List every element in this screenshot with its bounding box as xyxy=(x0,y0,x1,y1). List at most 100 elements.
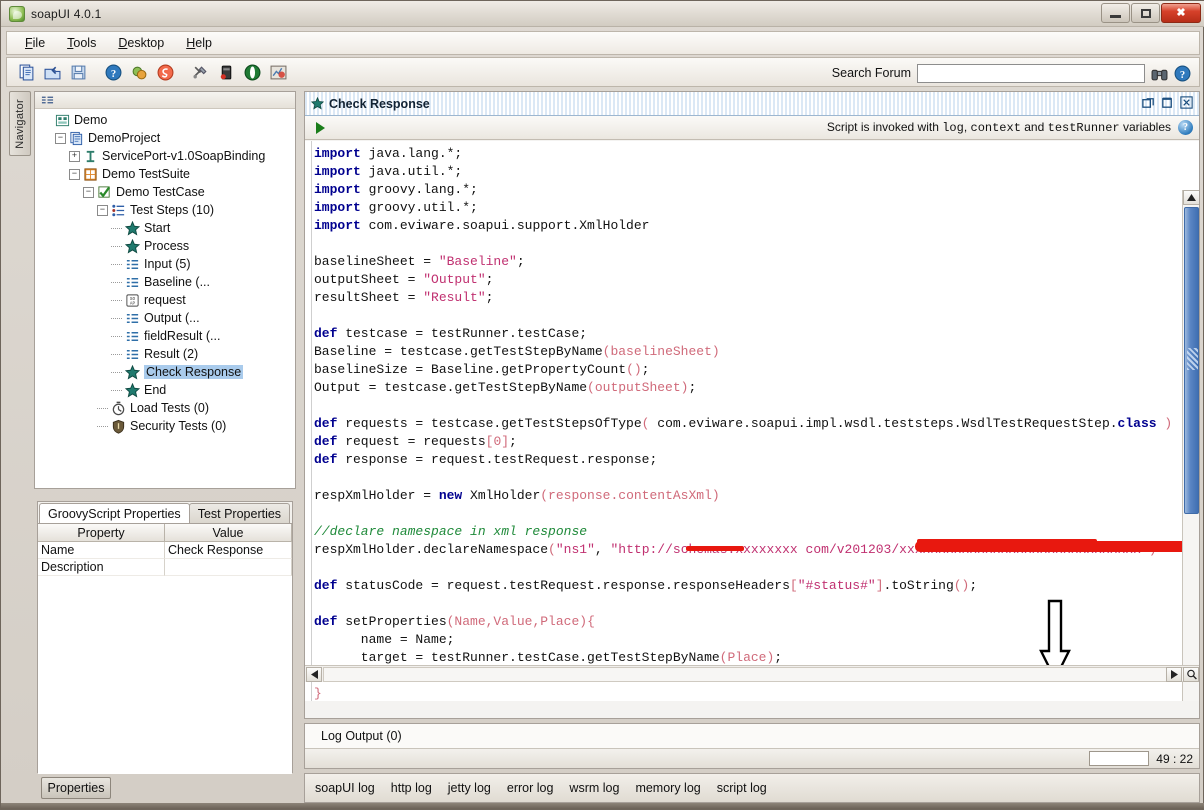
vertical-scroll-thumb[interactable] xyxy=(1184,207,1199,514)
scroll-right-arrow-icon[interactable] xyxy=(1166,666,1182,682)
editor-horizontal-scrollbar[interactable] xyxy=(305,665,1199,682)
tree-item-input-5[interactable]: Input (5) xyxy=(35,255,295,273)
tree-item-end[interactable]: End xyxy=(35,381,295,399)
testcase-icon xyxy=(97,185,113,200)
tree-item-label: Demo TestSuite xyxy=(102,167,191,181)
tree-item-request[interactable]: SO AP request xyxy=(35,291,295,309)
scroll-up-arrow-icon[interactable] xyxy=(1183,190,1199,205)
proxy-icon[interactable] xyxy=(213,60,239,84)
menu-file[interactable]: File xyxy=(15,33,55,53)
table-row[interactable]: Description xyxy=(38,559,292,576)
new-project-icon[interactable] xyxy=(13,60,39,84)
search-input[interactable] xyxy=(917,63,1145,83)
collapse-toggle-icon[interactable]: − xyxy=(83,186,94,198)
tree-item-check-response[interactable]: Check Response xyxy=(35,363,295,381)
log-tab-http[interactable]: http log xyxy=(391,781,432,795)
tree-item-demo[interactable]: Demo xyxy=(35,111,295,129)
help-circle-icon[interactable]: ? xyxy=(1178,120,1193,135)
status-text-field[interactable] xyxy=(1089,751,1150,766)
log-tab-memory[interactable]: memory log xyxy=(635,781,700,795)
tree-item-result-2[interactable]: Result (2) xyxy=(35,345,295,363)
load-ui-icon[interactable] xyxy=(265,60,291,84)
navigator-tree[interactable]: Demo − DemoProject + ServicePort-v1.0SoapBin… xyxy=(35,109,295,435)
soapui-pro-icon[interactable] xyxy=(239,60,265,84)
tree-leaf-connector xyxy=(111,371,122,373)
navigator-tab[interactable]: Navigator xyxy=(9,91,31,156)
restore-pane-icon[interactable] xyxy=(1141,95,1156,110)
code-token: def xyxy=(314,614,338,629)
tree-item-fieldresult[interactable]: fieldResult (... xyxy=(35,327,295,345)
log-tab-soapui[interactable]: soapUI log xyxy=(315,781,375,795)
properties-icon xyxy=(125,275,141,290)
hint-prefix: Script is invoked with xyxy=(826,120,943,134)
workspace-icon xyxy=(55,113,71,128)
collapse-toggle-icon[interactable]: − xyxy=(97,204,108,216)
table-row[interactable]: Name Check Response xyxy=(38,542,292,559)
binoculars-icon[interactable] xyxy=(1151,65,1168,82)
log-tab-script[interactable]: script log xyxy=(717,781,767,795)
soapui-logo-icon xyxy=(9,5,25,22)
code-token: ; xyxy=(641,362,650,377)
collapse-toggle-icon[interactable]: − xyxy=(69,168,80,180)
log-tab-wsrm[interactable]: wsrm log xyxy=(569,781,619,795)
code-line: def request = requests[0]; xyxy=(314,433,1172,451)
menu-help[interactable]: Help xyxy=(176,33,222,53)
minimize-button[interactable] xyxy=(1101,3,1130,23)
code-editor-area[interactable]: import java.lang.*; import java.util.*; im… xyxy=(305,141,1199,701)
horizontal-scroll-right-controls xyxy=(1165,666,1199,682)
help-circle-icon[interactable]: ? xyxy=(1174,65,1191,82)
log-tab-jetty[interactable]: jetty log xyxy=(448,781,491,795)
run-play-icon[interactable] xyxy=(316,121,325,134)
cell-value-description[interactable] xyxy=(165,559,292,576)
tree-item-serviceport-v1-0soapbinding[interactable]: + ServicePort-v1.0SoapBinding xyxy=(35,147,295,165)
tree-item-load-tests-0[interactable]: Load Tests (0) xyxy=(35,399,295,417)
tree-item-output[interactable]: Output (... xyxy=(35,309,295,327)
import-project-icon[interactable] xyxy=(39,60,65,84)
code-token: import xyxy=(314,146,361,161)
tree-item-start[interactable]: Start xyxy=(35,219,295,237)
log-tab-error[interactable]: error log xyxy=(507,781,554,795)
save-all-projects-icon[interactable] xyxy=(65,60,91,84)
maximize-button[interactable] xyxy=(1131,3,1160,23)
menu-desktop[interactable]: Desktop xyxy=(108,33,174,53)
tree-leaf-connector xyxy=(111,299,122,301)
zoom-magnifier-icon[interactable] xyxy=(1183,666,1199,682)
tree-item-baseline[interactable]: Baseline (... xyxy=(35,273,295,291)
tree-item-demo-testcase[interactable]: − Demo TestCase xyxy=(35,183,295,201)
code-token: "Baseline" xyxy=(438,254,517,269)
tree-item-demoproject[interactable]: − DemoProject xyxy=(35,129,295,147)
expand-toggle-icon[interactable]: + xyxy=(69,150,80,162)
code-token: import xyxy=(314,218,361,233)
tree-item-test-steps-10[interactable]: − Test Steps (10) xyxy=(35,201,295,219)
code-token: Baseline = testcase.getTestStepByName xyxy=(314,344,603,359)
collapse-toggle-icon[interactable]: − xyxy=(55,132,66,144)
tree-item-label: Demo xyxy=(74,113,108,127)
maximize-pane-icon[interactable] xyxy=(1160,95,1175,110)
script-editor-panel: Check Response Script is invoked with lo… xyxy=(304,91,1200,719)
help-icon[interactable]: ? xyxy=(100,60,126,84)
close-button[interactable]: ✖ xyxy=(1161,3,1201,23)
trial-icon[interactable] xyxy=(152,60,178,84)
tree-item-security-tests-0[interactable]: Security Tests (0) xyxy=(35,417,295,435)
properties-button[interactable]: Properties xyxy=(41,777,111,799)
preferences-icon[interactable] xyxy=(187,60,213,84)
code-token: import xyxy=(314,200,361,215)
horizontal-scroll-track[interactable] xyxy=(323,666,1198,682)
tree-item-process[interactable]: Process xyxy=(35,237,295,255)
menu-tools[interactable]: Tools xyxy=(57,33,106,53)
redaction-mark-path-tail xyxy=(917,539,1097,548)
tab-groovyscript-properties[interactable]: GroovyScript Properties xyxy=(39,503,190,523)
code-token: { xyxy=(587,614,595,629)
scroll-left-arrow-icon[interactable] xyxy=(306,666,322,682)
editor-vertical-scrollbar[interactable] xyxy=(1182,190,1199,701)
tab-test-properties[interactable]: Test Properties xyxy=(188,503,291,523)
tree-item-label: fieldResult (... xyxy=(144,329,221,343)
code-token: } xyxy=(314,686,322,701)
cell-value-name[interactable]: Check Response xyxy=(165,542,292,559)
list-icon xyxy=(41,96,54,104)
close-pane-icon[interactable] xyxy=(1179,95,1194,110)
code-line: def statusCode = request.testRequest.res… xyxy=(314,577,1172,595)
forum-icon[interactable] xyxy=(126,60,152,84)
tree-item-demo-testsuite[interactable]: − Demo TestSuite xyxy=(35,165,295,183)
editor-gutter xyxy=(305,141,312,701)
